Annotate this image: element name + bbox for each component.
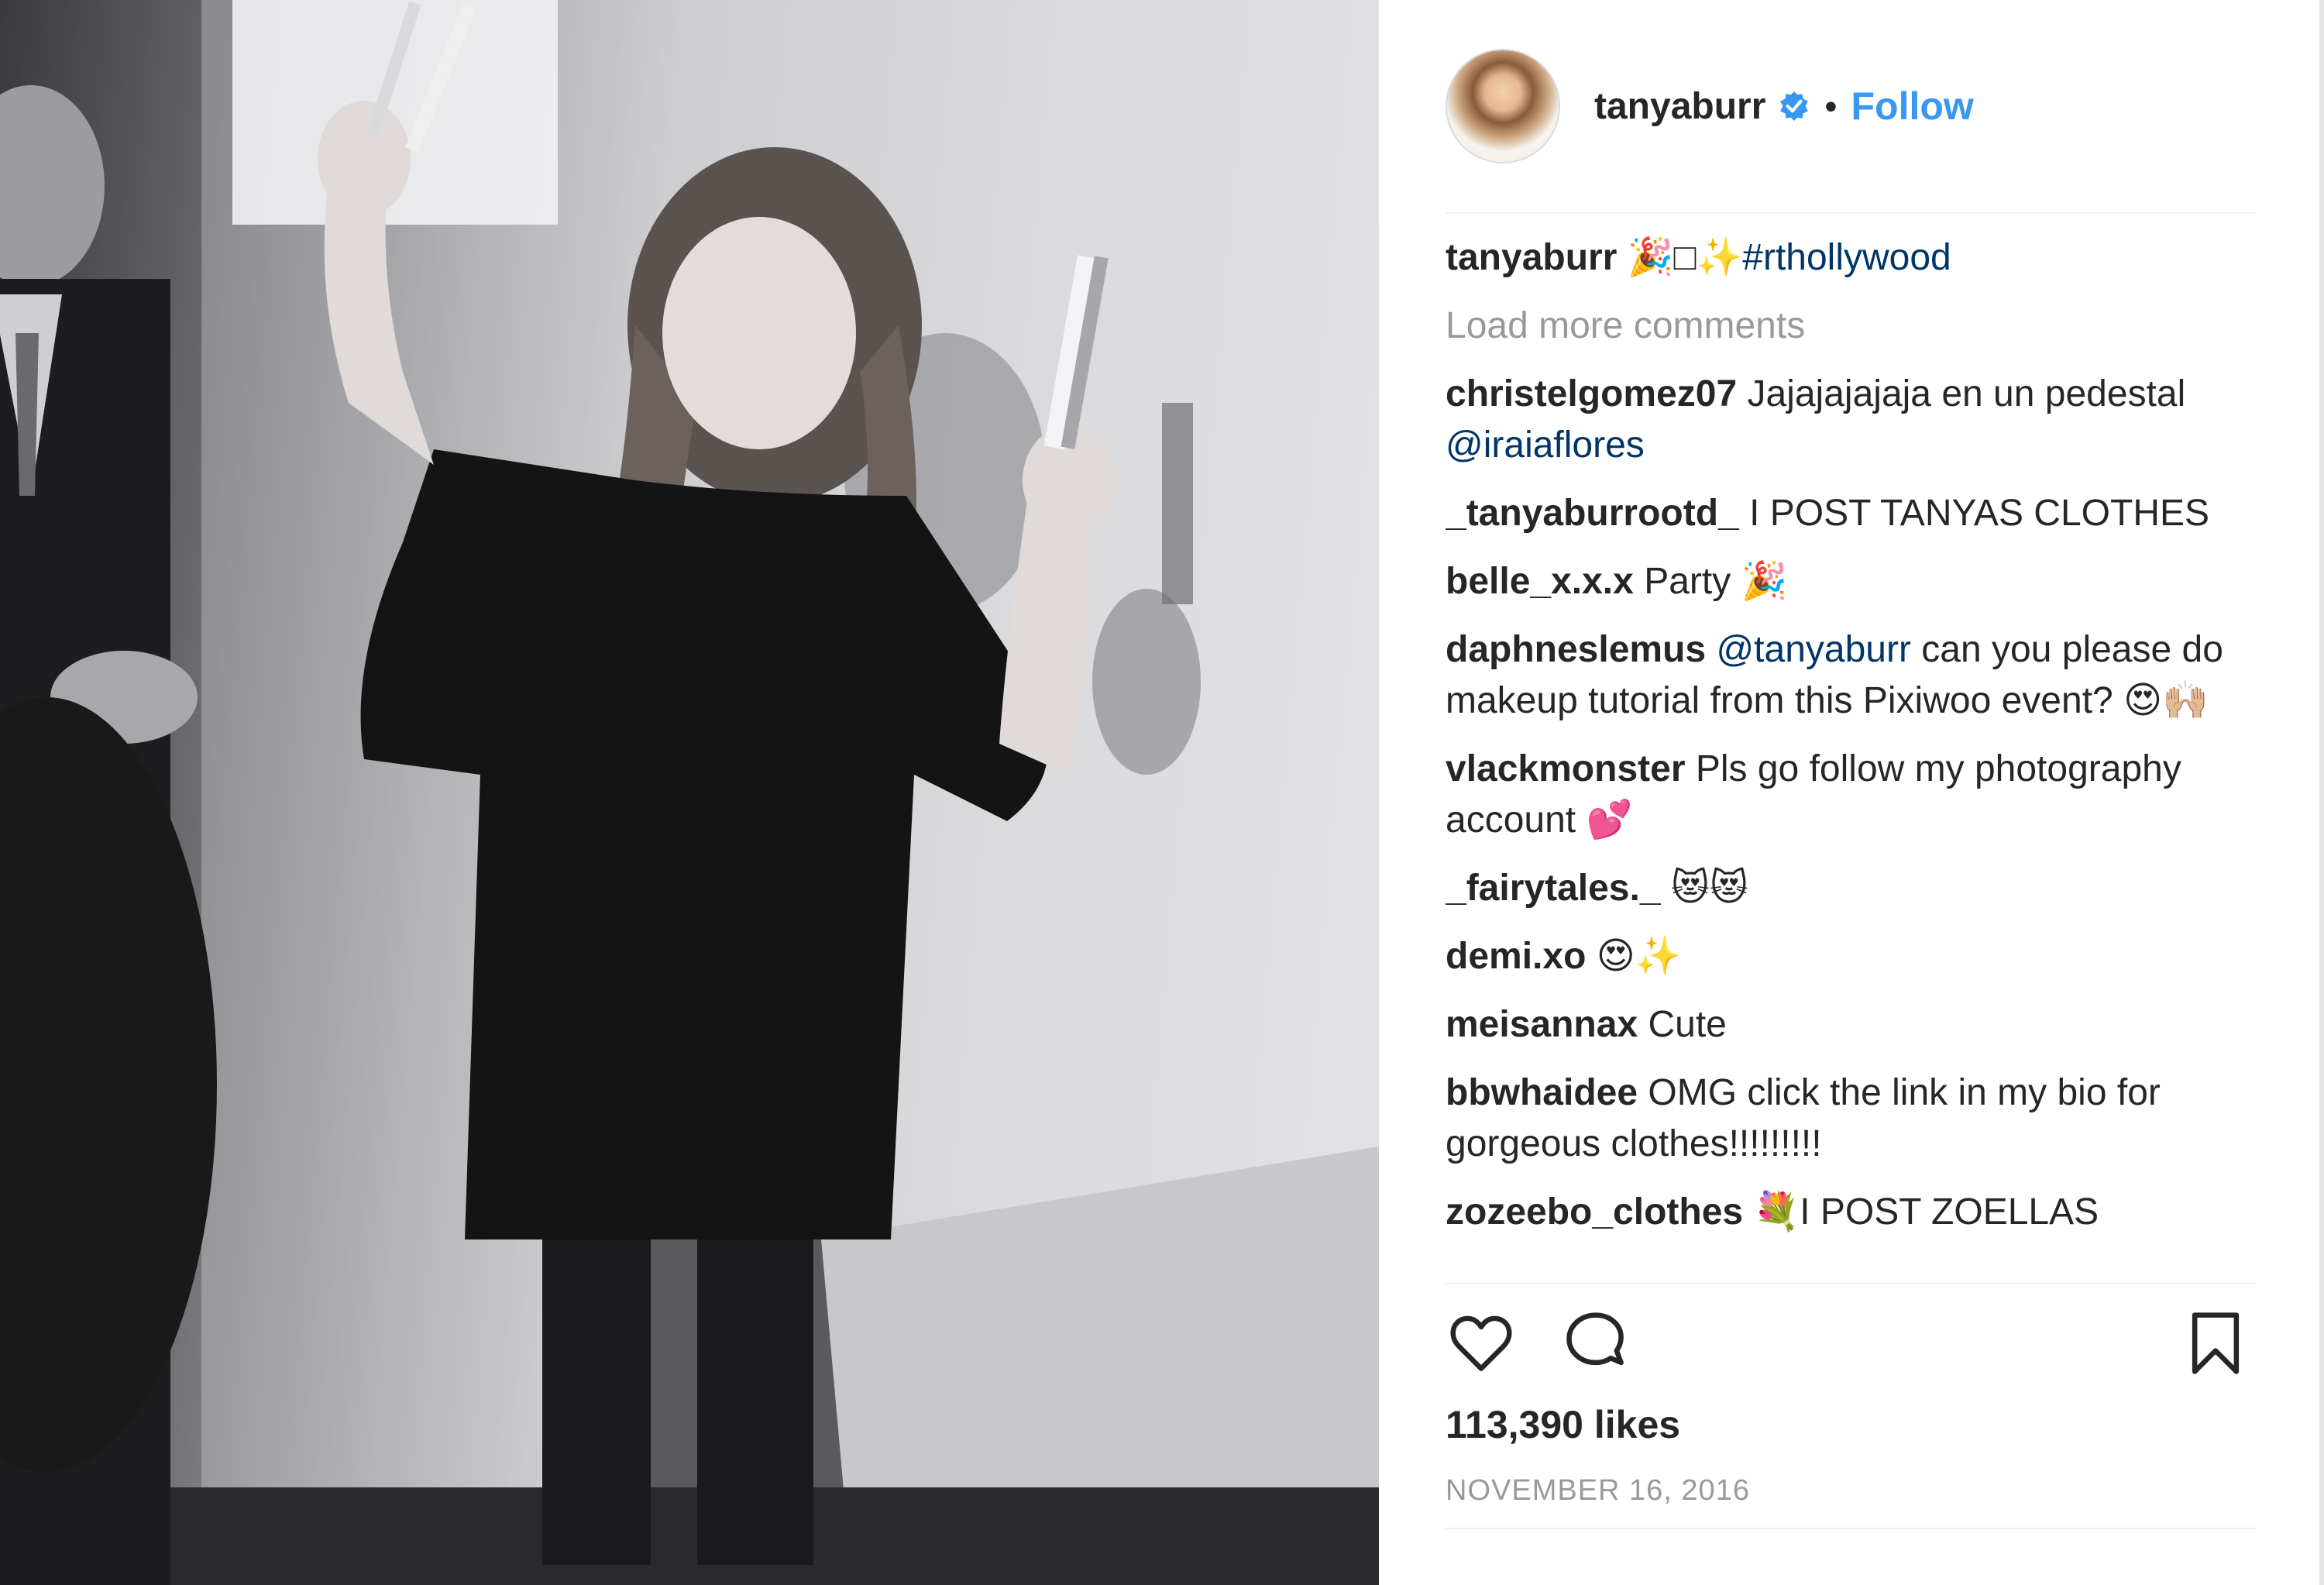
caption-username[interactable]: tanyaburr bbox=[1446, 237, 1617, 278]
comments-list[interactable]: tanyaburr 🎉□✨#rthollywood Load more comm… bbox=[1446, 232, 2267, 1288]
comment-username[interactable]: bbwhaidee bbox=[1446, 1072, 1638, 1113]
header-username[interactable]: tanyaburr bbox=[1594, 85, 1765, 128]
comment-username[interactable]: _fairytales._ bbox=[1446, 868, 1661, 909]
comment-item: _tanyaburrootd_ I POST TANYAS CLOTHES bbox=[1446, 488, 2267, 539]
heart-icon[interactable] bbox=[1446, 1308, 1517, 1379]
comment-item: demi.xo 😍✨ bbox=[1446, 931, 2267, 982]
comment-text: Party 🎉 bbox=[1644, 561, 1788, 602]
verified-badge-icon bbox=[1780, 91, 1809, 121]
caption-emoji: 🎉□✨ bbox=[1627, 237, 1743, 278]
comment-item: bbwhaidee OMG click the link in my bio f… bbox=[1446, 1068, 2267, 1170]
comment-text: 💐I POST ZOELLAS bbox=[1753, 1191, 2099, 1233]
post-photo[interactable] bbox=[0, 0, 1379, 1585]
follow-button[interactable]: Follow bbox=[1851, 84, 1974, 129]
post-date: NOVEMBER 16, 2016 bbox=[1446, 1474, 1750, 1507]
comment-text: 😻😻 bbox=[1670, 868, 1748, 909]
comment-username[interactable]: meisannax bbox=[1446, 1004, 1638, 1045]
comment-username[interactable]: daphneslemus bbox=[1446, 629, 1706, 670]
comment-item: _fairytales._ 😻😻 bbox=[1446, 863, 2267, 914]
comment-item: meisannax Cute bbox=[1446, 999, 2267, 1050]
post-header: tanyaburr • Follow bbox=[1446, 48, 2220, 164]
comments-divider bbox=[1446, 1283, 2256, 1284]
comment-text: Cute bbox=[1648, 1004, 1727, 1045]
comment-mention[interactable]: @tanyaburr bbox=[1716, 629, 1911, 670]
comment-item: vlackmonster Pls go follow my photograph… bbox=[1446, 744, 2267, 846]
speech-bubble-icon[interactable] bbox=[1560, 1308, 1631, 1379]
comment-username[interactable]: _tanyaburrootd_ bbox=[1446, 493, 1739, 534]
comment-mention[interactable]: @iraiaflores bbox=[1446, 425, 1645, 466]
load-more-comments-button[interactable]: Load more comments bbox=[1446, 301, 2267, 352]
avatar[interactable] bbox=[1446, 49, 1560, 163]
comment-username[interactable]: belle_x.x.x bbox=[1446, 561, 1634, 602]
comment-username[interactable]: christelgomez07 bbox=[1446, 373, 1737, 414]
comment-username[interactable]: vlackmonster bbox=[1446, 748, 1686, 789]
comment-item: daphneslemus @tanyaburr can you please d… bbox=[1446, 624, 2267, 727]
comment-item: zozeebo_clothes 💐I POST ZOELLAS bbox=[1446, 1187, 2267, 1238]
comment-text: 😍✨ bbox=[1596, 936, 1682, 977]
bookmark-icon[interactable] bbox=[2180, 1308, 2251, 1379]
comment-text: Jajajajajaja en un pedestal bbox=[1747, 373, 2186, 414]
likes-count[interactable]: 113,390 likes bbox=[1446, 1402, 1680, 1447]
instagram-post: tanyaburr • Follow tanyaburr 🎉□✨#rtholly… bbox=[0, 0, 2324, 1585]
photo-illustration bbox=[0, 0, 1379, 1585]
comment-text: I POST TANYAS CLOTHES bbox=[1749, 493, 2210, 534]
comment-username[interactable]: zozeebo_clothes bbox=[1446, 1191, 1743, 1233]
footer-divider bbox=[1446, 1528, 2256, 1529]
comment-item: christelgomez07 Jajajajajaja en un pedes… bbox=[1446, 369, 2267, 471]
comment-item: belle_x.x.x Party 🎉 bbox=[1446, 556, 2267, 607]
header-divider bbox=[1446, 212, 2256, 214]
panel-edge bbox=[2319, 0, 2324, 1585]
header-separator: • bbox=[1824, 86, 1838, 126]
caption: tanyaburr 🎉□✨#rthollywood bbox=[1446, 232, 2267, 284]
comment-username[interactable]: demi.xo bbox=[1446, 936, 1586, 977]
action-bar bbox=[1446, 1308, 2251, 1385]
post-side-panel: tanyaburr • Follow tanyaburr 🎉□✨#rtholly… bbox=[1379, 0, 2324, 1585]
caption-hashtag[interactable]: #rthollywood bbox=[1742, 237, 1951, 278]
